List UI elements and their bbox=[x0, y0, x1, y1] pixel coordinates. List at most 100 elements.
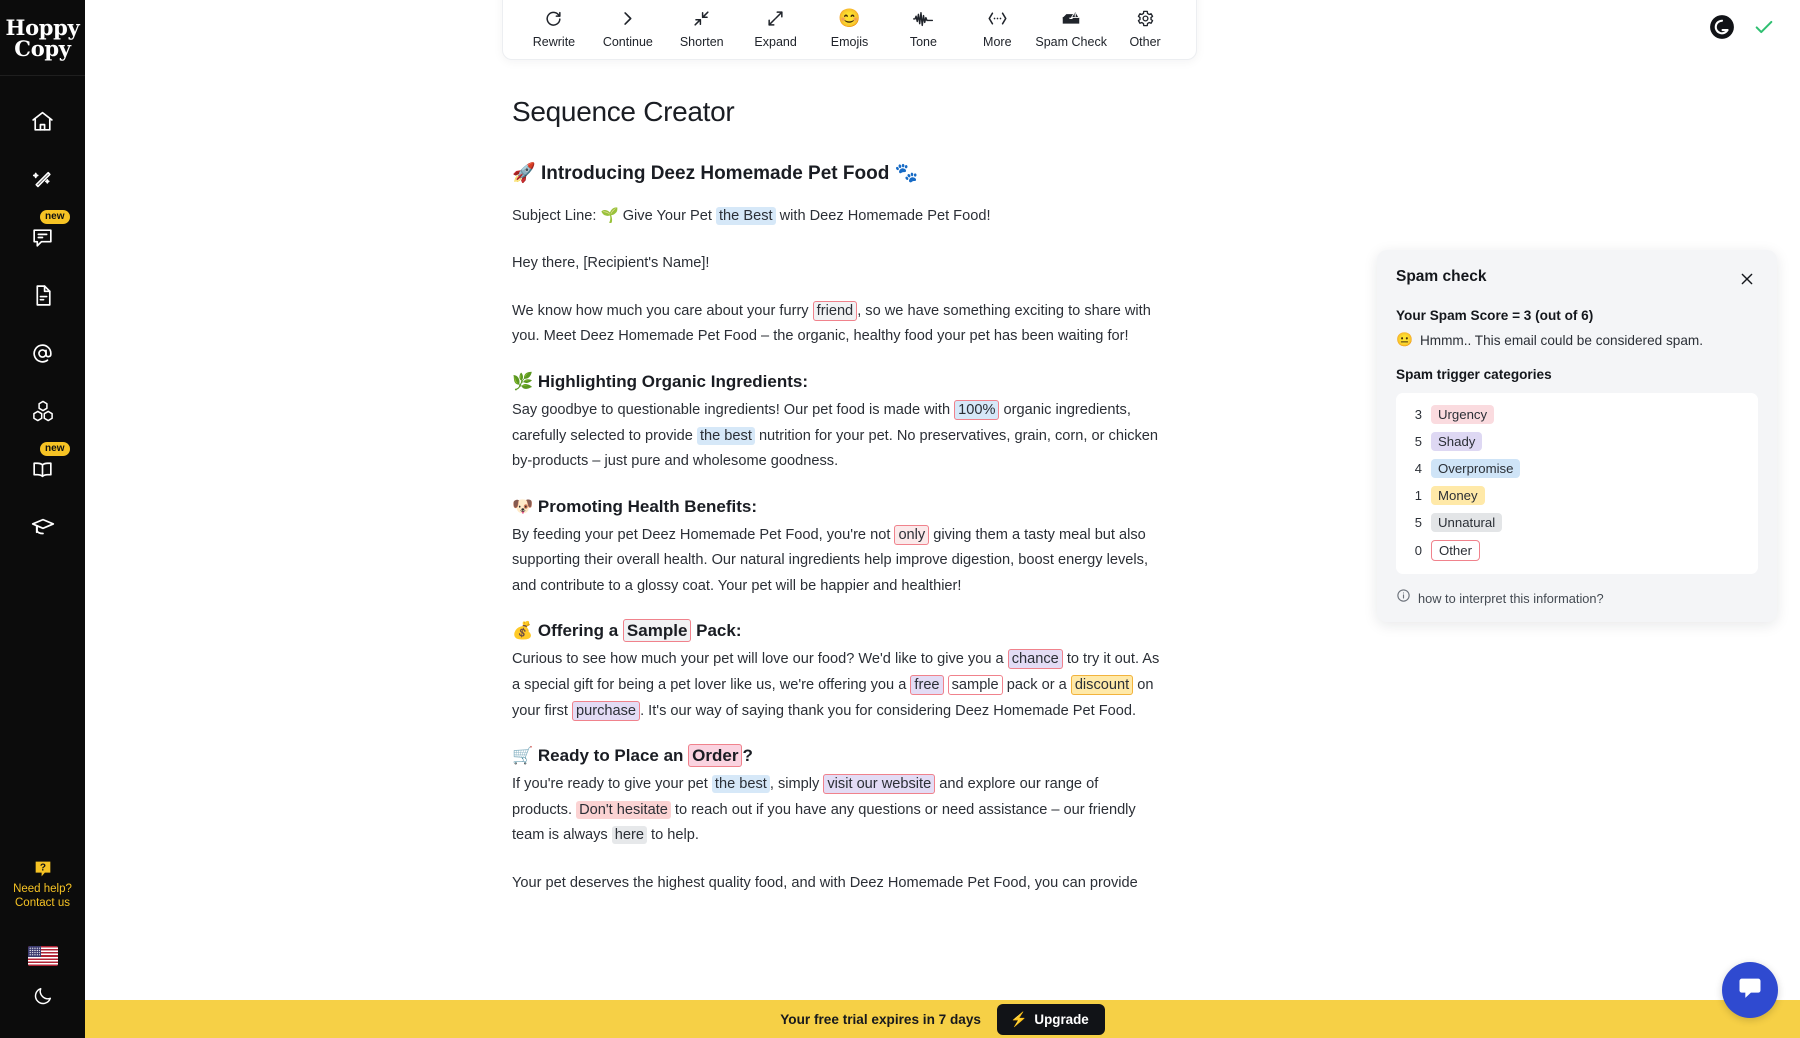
section-organic-heading: 🌿 Highlighting Organic Ingredients: bbox=[512, 372, 1197, 392]
sidebar-item-academy[interactable] bbox=[15, 504, 71, 550]
main-area: Rewrite Continue Shorten Expand 😊 Emojis… bbox=[85, 0, 1800, 1038]
paw-emoji-icon: 🐾 bbox=[894, 163, 919, 184]
tool-rewrite[interactable]: Rewrite bbox=[517, 7, 591, 51]
expand-arrows-icon bbox=[766, 7, 785, 29]
spam-category-row[interactable]: 5 Unnatural bbox=[1410, 513, 1744, 532]
sidebar: Hoppy Copy new new ? Need help? Contact … bbox=[0, 0, 85, 1038]
tool-label: Spam Check bbox=[1035, 35, 1107, 49]
tool-continue[interactable]: Continue bbox=[591, 7, 665, 51]
document-icon bbox=[30, 283, 55, 308]
seedling-emoji-icon: 🌱 bbox=[600, 207, 619, 224]
health-text-a: By feeding your pet Deez Homemade Pet Fo… bbox=[512, 526, 895, 543]
subject-line: Subject Line: 🌱 Give Your Pet the Best w… bbox=[512, 204, 1162, 230]
highlight-free[interactable]: free bbox=[910, 675, 944, 696]
upgrade-button-label: Upgrade bbox=[1034, 1011, 1089, 1027]
help-line-1: Need help? bbox=[13, 883, 72, 895]
spam-verdict: 😐 Hmmm.. This email could be considered … bbox=[1396, 332, 1758, 348]
section-sample: 💰 Offering a Sample Pack: Curious to see… bbox=[512, 619, 1197, 724]
spam-category-list: 3 Urgency 5 Shady 4 Overpromise 1 Money … bbox=[1396, 393, 1758, 574]
spam-category-row[interactable]: 0 Other bbox=[1410, 540, 1744, 561]
tool-label: Rewrite bbox=[532, 35, 576, 49]
highlight-sample[interactable]: sample bbox=[947, 675, 1003, 696]
document-editor[interactable]: Sequence Creator 🚀 Introducing Deez Home… bbox=[502, 70, 1197, 1038]
subject-post: with Deez Homemade Pet Food! bbox=[775, 207, 991, 224]
tool-label: More bbox=[983, 35, 1012, 49]
tool-emojis[interactable]: 😊 Emojis bbox=[813, 7, 887, 51]
spam-score-text: Your Spam Score = 3 (out of 6) bbox=[1396, 308, 1594, 323]
spam-category-row[interactable]: 1 Money bbox=[1410, 486, 1744, 505]
smiley-emoji-icon: 😊 bbox=[838, 8, 861, 28]
status-icons bbox=[1709, 14, 1775, 40]
sidebar-item-templates[interactable] bbox=[15, 388, 71, 434]
sample-heading-a: Offering a bbox=[537, 621, 623, 641]
category-label: Overpromise bbox=[1431, 459, 1521, 478]
tool-more[interactable]: More bbox=[960, 7, 1034, 51]
trial-banner-text: Your free trial expires in 7 days bbox=[780, 1011, 981, 1027]
app-logo[interactable]: Hoppy Copy bbox=[0, 0, 85, 76]
home-icon bbox=[30, 109, 55, 134]
grammarly-icon[interactable] bbox=[1709, 14, 1735, 40]
ai-toolbar: Rewrite Continue Shorten Expand 😊 Emojis… bbox=[502, 0, 1197, 60]
help-line-2: Contact us bbox=[15, 897, 70, 909]
spam-verdict-text: Hmmm.. This email could be considered sp… bbox=[1419, 332, 1703, 348]
category-count: 4 bbox=[1414, 461, 1422, 476]
spam-category-row[interactable]: 4 Overpromise bbox=[1410, 459, 1744, 478]
highlight-order[interactable]: Order bbox=[688, 744, 743, 768]
tool-spam-check[interactable]: Spam Check bbox=[1034, 7, 1108, 51]
blocks-icon bbox=[30, 398, 56, 424]
section-organic: 🌿 Highlighting Organic Ingredients: Say … bbox=[512, 372, 1197, 475]
interpret-info-link[interactable]: how to interpret this information? bbox=[1396, 588, 1758, 608]
tool-shorten[interactable]: Shorten bbox=[665, 7, 739, 51]
sidebar-item-email[interactable] bbox=[15, 330, 71, 376]
shopping-cart-emoji-icon: 🛒 bbox=[512, 746, 534, 766]
tool-other[interactable]: Other bbox=[1108, 7, 1182, 51]
upgrade-button[interactable]: ⚡ Upgrade bbox=[996, 1003, 1105, 1035]
highlight-only[interactable]: only bbox=[894, 524, 930, 545]
highlight-dont-hesitate[interactable]: Don't hesitate bbox=[576, 800, 671, 819]
green-check-icon[interactable] bbox=[1753, 16, 1775, 38]
highlight-visit-our-website[interactable]: visit our website bbox=[823, 774, 936, 795]
highlight-100-percent[interactable]: 100% bbox=[954, 399, 1000, 420]
tool-tone[interactable]: Tone bbox=[886, 7, 960, 51]
interpret-info-text: how to interpret this information? bbox=[1418, 590, 1604, 606]
highlight-the-best-organic[interactable]: the best bbox=[696, 426, 755, 445]
bolt-icon: ⚡ bbox=[1009, 1010, 1028, 1027]
highlight-the-best-order[interactable]: the best bbox=[711, 775, 770, 794]
section-sample-body: Curious to see how much your pet will lo… bbox=[512, 647, 1162, 724]
highlight-chance[interactable]: chance bbox=[1007, 649, 1063, 670]
sidebar-item-chat[interactable]: new bbox=[15, 210, 71, 260]
sidebar-item-library[interactable]: new bbox=[15, 442, 71, 492]
chat-bubble-icon bbox=[30, 225, 55, 250]
highlight-purchase[interactable]: purchase bbox=[572, 700, 641, 721]
close-icon[interactable] bbox=[1736, 268, 1758, 290]
tool-expand[interactable]: Expand bbox=[739, 7, 813, 51]
spam-category-row[interactable]: 5 Shady bbox=[1410, 432, 1744, 451]
help-contact-link[interactable]: ? Need help? Contact us bbox=[0, 858, 85, 910]
theme-toggle-button[interactable] bbox=[25, 980, 61, 1016]
subject-label: Subject Line: bbox=[512, 207, 597, 224]
gear-icon bbox=[1136, 7, 1155, 29]
sidebar-item-magic-wand[interactable] bbox=[15, 156, 71, 202]
sidebar-item-home[interactable] bbox=[15, 98, 71, 144]
highlight-here[interactable]: here bbox=[611, 826, 647, 845]
category-label: Money bbox=[1431, 486, 1485, 505]
tool-label: Shorten bbox=[679, 35, 724, 49]
sidebar-badge-new: new bbox=[40, 210, 70, 224]
us-flag-icon[interactable] bbox=[27, 946, 58, 966]
highlight-the-best-subject[interactable]: the Best bbox=[716, 206, 776, 225]
sample-heading-b: Pack: bbox=[691, 621, 742, 641]
spam-category-row[interactable]: 3 Urgency bbox=[1410, 405, 1744, 424]
logo-line-2: Copy bbox=[14, 35, 71, 61]
spam-check-panel: Spam check Your Spam Score = 3 (out of 6… bbox=[1377, 250, 1777, 622]
section-order: 🛒 Ready to Place an Order? If you're rea… bbox=[512, 744, 1197, 849]
organic-text-a: Say goodbye to questionable ingredients!… bbox=[512, 401, 955, 418]
highlight-friend[interactable]: friend bbox=[812, 300, 858, 321]
highlight-sample-heading[interactable]: Sample bbox=[622, 619, 692, 643]
sidebar-badge-new-library: new bbox=[40, 442, 70, 456]
svg-text:?: ? bbox=[39, 862, 45, 873]
chat-widget-button[interactable] bbox=[1722, 962, 1778, 1018]
sidebar-item-document[interactable] bbox=[15, 272, 71, 318]
chevron-right-icon bbox=[618, 7, 637, 29]
highlight-discount[interactable]: discount bbox=[1070, 675, 1134, 696]
category-count: 3 bbox=[1414, 407, 1422, 422]
